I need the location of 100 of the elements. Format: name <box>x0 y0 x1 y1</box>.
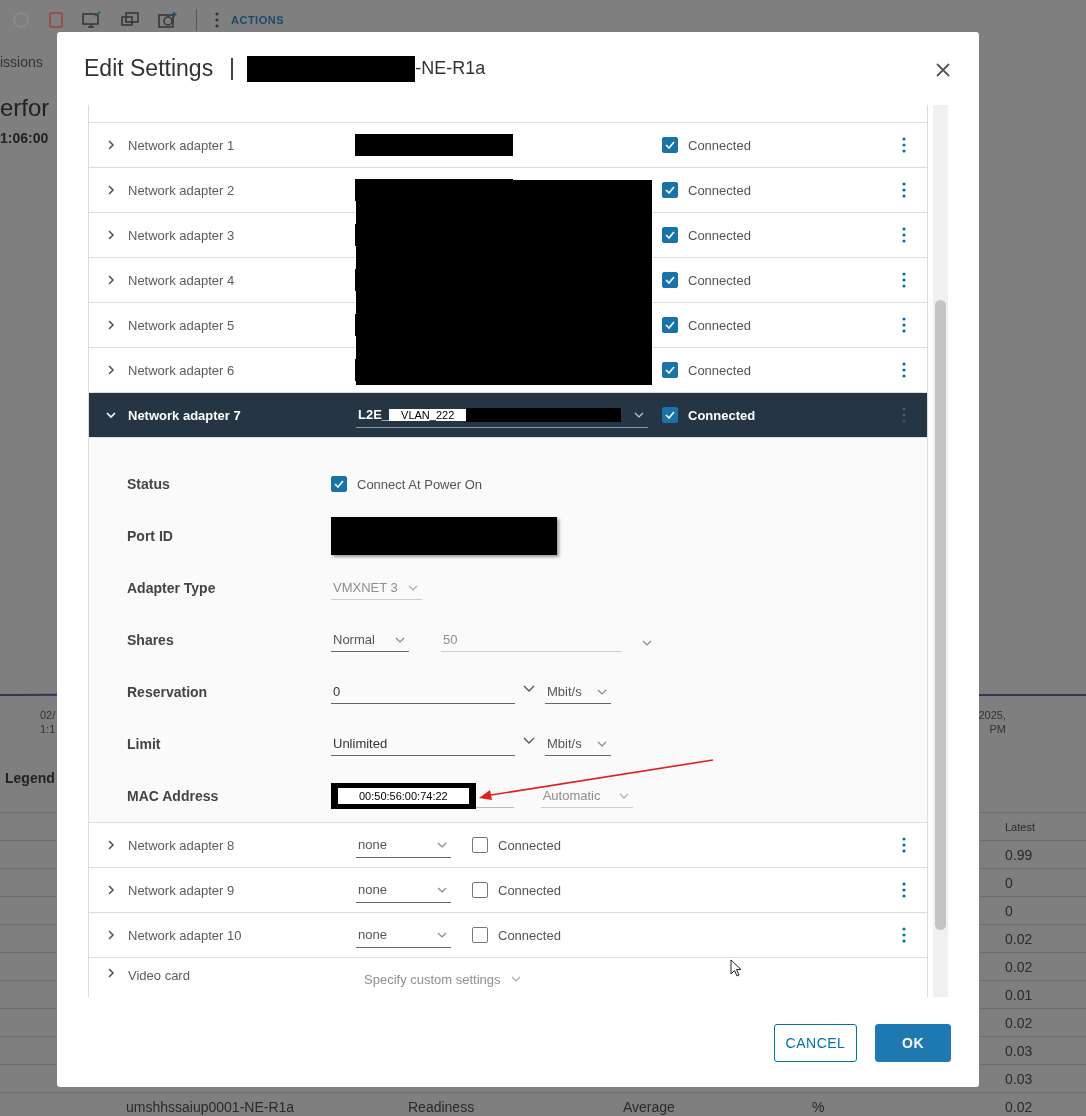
unit-dropdown[interactable]: Mbit/s <box>545 732 611 756</box>
table-cell: 0 <box>1005 902 1013 919</box>
table-cell: Readiness <box>408 1098 475 1115</box>
expand-icon[interactable] <box>106 968 116 978</box>
caret-icon[interactable] <box>523 685 535 693</box>
expand-icon[interactable] <box>106 365 116 375</box>
more-icon[interactable] <box>215 12 219 28</box>
adapter-name[interactable]: Network adapter 6 <box>128 362 342 378</box>
table-cell: 0 <box>1005 874 1013 891</box>
table-cell: umshhssaiup0001-NE-R1a <box>126 1098 295 1115</box>
scrollbar-thumb[interactable] <box>935 300 947 930</box>
network-dropdown[interactable]: none <box>356 832 451 858</box>
expand-icon[interactable] <box>106 930 116 940</box>
connected-checkbox[interactable] <box>662 227 678 243</box>
amount-field[interactable]: Unlimited <box>331 732 515 756</box>
expand-icon[interactable] <box>106 140 116 150</box>
more-icon[interactable] <box>902 227 907 243</box>
column-header[interactable]: Latest <box>1005 820 1086 833</box>
field-label: Port ID <box>127 528 174 544</box>
network-dropdown[interactable]: none <box>356 922 451 948</box>
caret-icon <box>634 411 644 418</box>
check-icon <box>334 480 344 488</box>
adapter-name[interactable]: Network adapter 8 <box>128 837 342 853</box>
adapter-name[interactable]: Network adapter 10 <box>128 927 342 943</box>
caret-icon <box>597 688 607 695</box>
unit-dropdown[interactable]: Mbit/s <box>545 680 611 704</box>
adapter-name[interactable]: Network adapter 4 <box>128 272 342 288</box>
page-heading: erfor <box>0 94 51 123</box>
caret-icon <box>407 584 418 591</box>
close-icon[interactable] <box>936 63 950 77</box>
caret-icon <box>510 976 521 982</box>
more-icon[interactable] <box>902 182 907 198</box>
caret-icon <box>437 931 447 938</box>
mouse-pointer-icon <box>730 959 742 977</box>
check-icon <box>665 276 675 284</box>
expand-icon[interactable] <box>106 275 116 285</box>
connected-checkbox[interactable] <box>662 272 678 288</box>
snapshot-icon[interactable] <box>158 11 178 29</box>
adapter-name[interactable]: Video card <box>128 968 342 983</box>
table-cell: % <box>812 1098 825 1115</box>
expand-icon[interactable] <box>106 320 116 330</box>
more-icon[interactable] <box>902 272 907 288</box>
collapse-icon[interactable] <box>106 410 116 420</box>
connected-checkbox[interactable] <box>662 182 678 198</box>
caret-icon <box>395 636 405 643</box>
table-cell: 0.03 <box>1005 1042 1033 1059</box>
check-icon <box>665 411 675 419</box>
checkbox-label: Connected <box>688 272 751 288</box>
more-icon[interactable] <box>902 362 907 378</box>
connected-checkbox[interactable] <box>662 407 678 423</box>
checkbox-label: Connect At Power On <box>357 476 482 492</box>
field-label: Limit <box>127 736 162 752</box>
shares-value-field: 50 <box>441 628 622 652</box>
caret-icon <box>597 740 607 747</box>
axis-label: 1:1 <box>40 722 56 736</box>
more-icon[interactable] <box>902 882 907 898</box>
cancel-button[interactable]: CANCEL <box>774 1024 857 1062</box>
vm-name: -NE-R1a <box>415 58 486 79</box>
caret-icon <box>437 841 447 848</box>
checkbox-label: Connected <box>498 837 561 853</box>
more-icon[interactable] <box>902 927 907 943</box>
more-icon[interactable] <box>902 317 907 333</box>
expand-icon[interactable] <box>106 885 116 895</box>
connected-checkbox[interactable] <box>472 882 488 898</box>
network-dropdown[interactable]: L2E_ VLAN_222 <box>356 402 648 428</box>
adapter-name[interactable]: Network adapter 1 <box>128 137 342 153</box>
check-icon <box>665 186 675 194</box>
expand-icon[interactable] <box>106 185 116 195</box>
adapter-name[interactable]: Network adapter 3 <box>128 227 342 243</box>
checkbox-label: Connected <box>688 362 751 378</box>
more-icon[interactable] <box>902 137 907 153</box>
table-cell: 0.02 <box>1005 1098 1033 1115</box>
adapter-name[interactable]: Network adapter 9 <box>128 882 342 898</box>
caret-icon <box>618 792 629 799</box>
adapter-name[interactable]: Network adapter 5 <box>128 317 342 333</box>
checkbox-label: Connected <box>688 317 751 333</box>
caret-icon[interactable] <box>523 737 535 745</box>
connected-checkbox[interactable] <box>662 317 678 333</box>
shares-dropdown[interactable]: Normal <box>331 628 409 652</box>
expand-icon[interactable] <box>106 840 116 850</box>
ok-button[interactable]: OK <box>875 1024 951 1062</box>
checkbox-label: Connected <box>688 137 751 153</box>
legend-title[interactable]: Legend <box>5 770 55 786</box>
network-dropdown[interactable]: none <box>356 877 451 903</box>
monitor-icon[interactable] <box>82 11 102 29</box>
connected-checkbox[interactable] <box>662 137 678 153</box>
check-icon <box>665 141 675 149</box>
more-icon[interactable] <box>902 837 907 853</box>
adapter-name[interactable]: Network adapter 2 <box>128 182 342 198</box>
connected-checkbox[interactable] <box>472 837 488 853</box>
connected-checkbox[interactable] <box>472 927 488 943</box>
expand-icon[interactable] <box>106 230 116 240</box>
mac-address-field[interactable]: 00:50:56:00:74:22 <box>331 783 476 809</box>
check-icon <box>665 366 675 374</box>
power-on-checkbox[interactable] <box>331 476 347 492</box>
adapter-name[interactable]: Network adapter 7 <box>128 407 342 423</box>
amount-field[interactable]: 0 <box>331 680 515 704</box>
checkbox-label: Connected <box>688 182 751 198</box>
connected-checkbox[interactable] <box>662 362 678 378</box>
table-cell: 0.02 <box>1005 930 1033 947</box>
